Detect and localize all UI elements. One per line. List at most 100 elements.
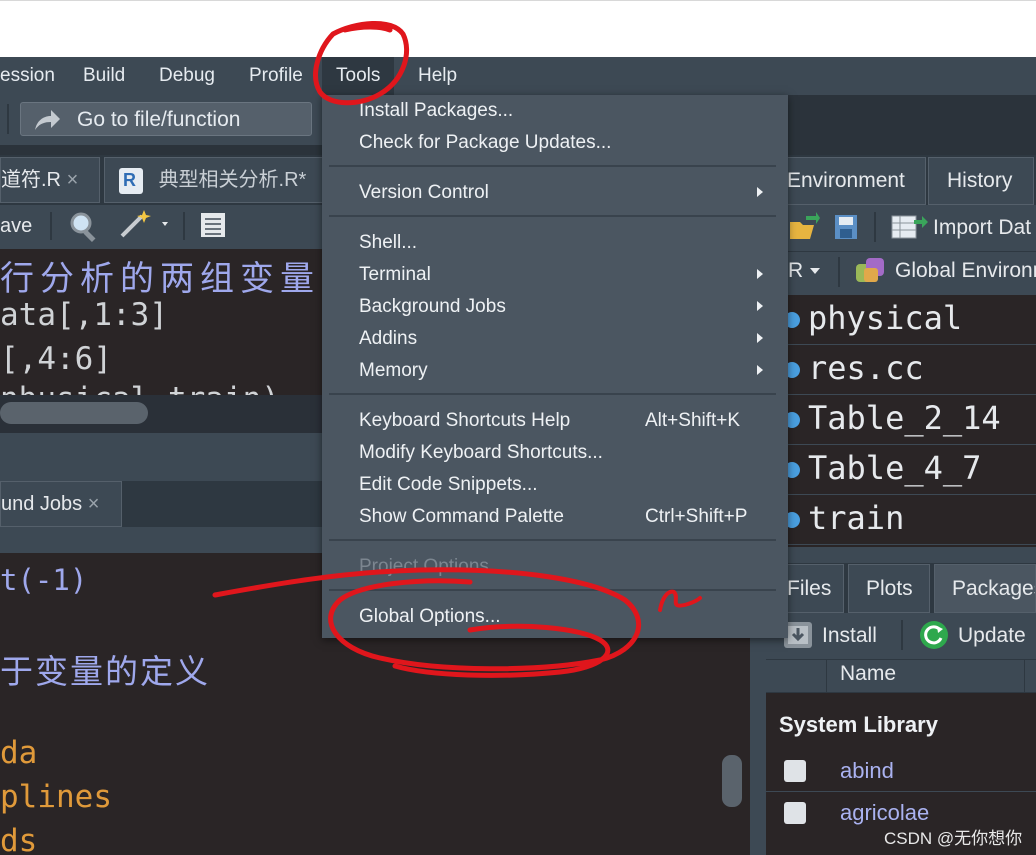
menu-separator bbox=[329, 393, 776, 395]
background-jobs-tab[interactable]: und Jobs × bbox=[0, 481, 122, 527]
menu-tools[interactable]: Tools bbox=[322, 57, 395, 95]
env-item-name: Table_4_7 bbox=[808, 449, 982, 487]
menu-item-memory[interactable]: Memory bbox=[359, 360, 428, 382]
package-checkbox[interactable] bbox=[784, 802, 806, 824]
close-icon[interactable]: × bbox=[88, 493, 100, 515]
env-item-name: physical bbox=[808, 299, 963, 337]
toolbar-divider bbox=[874, 212, 876, 242]
editor-tab-1-label: 道符.R bbox=[1, 169, 61, 191]
console-line-5: da bbox=[0, 735, 38, 771]
submenu-arrow-icon bbox=[757, 269, 763, 279]
env-item-name: train bbox=[808, 499, 905, 537]
menu-bar bbox=[0, 57, 1036, 95]
menu-item-shell[interactable]: Shell... bbox=[359, 232, 417, 254]
packages-table-header bbox=[766, 659, 1036, 693]
env-item-name: res.cc bbox=[808, 349, 924, 387]
code-line-1: 行分析的两组变量 bbox=[0, 259, 320, 299]
menu-profile[interactable]: Profile bbox=[249, 64, 303, 88]
console-scroll-thumb[interactable] bbox=[722, 755, 742, 807]
menu-session[interactable]: ession bbox=[0, 64, 55, 88]
goto-arrow-icon bbox=[35, 110, 60, 130]
menu-item-global-options[interactable]: Global Options... bbox=[359, 606, 501, 628]
menu-item-show-command-palette[interactable]: Show Command Palette bbox=[359, 506, 564, 528]
toolbar-divider bbox=[838, 257, 840, 287]
console-line-6: plines bbox=[0, 779, 112, 815]
system-library-heading: System Library bbox=[779, 712, 938, 737]
menu-item-terminal[interactable]: Terminal bbox=[359, 264, 431, 286]
name-column-header[interactable]: Name bbox=[840, 662, 896, 686]
environment-selector[interactable]: Global Environn bbox=[895, 259, 1036, 283]
menu-item-keyboard-shortcuts-help[interactable]: Keyboard Shortcuts Help bbox=[359, 410, 570, 432]
window-title-area bbox=[0, 0, 1036, 57]
package-name[interactable]: abind bbox=[840, 758, 894, 784]
list-item[interactable]: Table_4_7 bbox=[784, 445, 1036, 495]
menu-item-background-jobs[interactable]: Background Jobs bbox=[359, 296, 506, 318]
list-item[interactable]: physical bbox=[784, 295, 1036, 345]
menu-item-version-control[interactable]: Version Control bbox=[359, 182, 489, 204]
pane-splitter[interactable] bbox=[766, 547, 1036, 563]
editor-tab-2-label: 典型相关分析.R* bbox=[158, 169, 307, 191]
menu-item-addins[interactable]: Addins bbox=[359, 328, 417, 350]
tab-packages[interactable]: Packages bbox=[934, 564, 1036, 613]
code-editor[interactable]: 行分析的两组变量 ata[,1:3] [,4:6] nhusical train… bbox=[0, 249, 330, 395]
update-icon[interactable] bbox=[918, 620, 950, 650]
menu-item-edit-code-snippets[interactable]: Edit Code Snippets... bbox=[359, 474, 538, 496]
install-button[interactable]: Install bbox=[822, 624, 877, 648]
submenu-arrow-icon bbox=[757, 365, 763, 375]
submenu-arrow-icon bbox=[757, 333, 763, 343]
code-line-2: ata[,1:3] bbox=[0, 297, 168, 333]
toolbar-divider bbox=[901, 620, 903, 650]
menu-item-modify-keyboard-shortcuts[interactable]: Modify Keyboard Shortcuts... bbox=[359, 442, 603, 464]
code-line-4: nhusical train) bbox=[0, 381, 280, 395]
toolbar-divider bbox=[183, 212, 185, 240]
package-name[interactable]: agricolae bbox=[840, 800, 929, 826]
update-button[interactable]: Update bbox=[958, 624, 1026, 648]
import-dataset-label[interactable]: Import Dat bbox=[933, 216, 1031, 240]
list-item[interactable]: res.cc bbox=[784, 345, 1036, 395]
tab-plots[interactable]: Plots bbox=[848, 564, 930, 613]
background-jobs-tab-label: und Jobs bbox=[1, 493, 83, 515]
search-icon[interactable] bbox=[68, 210, 102, 242]
shortcut-command-palette: Ctrl+Shift+P bbox=[645, 506, 748, 527]
menu-item-check-package-updates[interactable]: Check for Package Updates... bbox=[359, 132, 611, 154]
menu-separator bbox=[329, 215, 776, 217]
tab-environment[interactable]: Environment bbox=[780, 157, 926, 205]
menu-build[interactable]: Build bbox=[83, 64, 125, 88]
editor-scroll-thumb[interactable] bbox=[0, 402, 148, 424]
console-line-7: ds bbox=[0, 823, 38, 855]
open-folder-icon[interactable] bbox=[788, 212, 820, 242]
console-line-1: t(-1) bbox=[0, 563, 88, 597]
console-toolbar bbox=[0, 527, 330, 553]
console-line-3: 于变量的定义 bbox=[0, 653, 210, 690]
menu-help[interactable]: Help bbox=[418, 64, 457, 88]
submenu-arrow-icon bbox=[757, 301, 763, 311]
close-icon[interactable]: × bbox=[67, 169, 79, 191]
chevron-down-icon bbox=[810, 268, 820, 274]
r-file-icon: R bbox=[119, 167, 143, 194]
watermark: CSDN @无你想你 bbox=[884, 829, 1023, 848]
list-item[interactable]: Table_2_14 bbox=[784, 395, 1036, 445]
r-language-selector[interactable]: R bbox=[788, 259, 803, 283]
toolbar-divider bbox=[50, 212, 52, 240]
menu-debug[interactable]: Debug bbox=[159, 64, 215, 88]
menu-item-install-packages[interactable]: Install Packages... bbox=[359, 100, 513, 122]
package-checkbox[interactable] bbox=[784, 760, 806, 782]
save-label[interactable]: ave bbox=[0, 215, 32, 238]
toolbar-divider bbox=[7, 104, 9, 134]
code-line-3: [,4:6] bbox=[0, 341, 112, 377]
import-dataset-icon[interactable] bbox=[890, 212, 930, 242]
menu-separator bbox=[329, 589, 776, 591]
env-item-name: Table_2_14 bbox=[808, 399, 1001, 437]
menu-separator bbox=[329, 165, 776, 167]
environment-icon bbox=[856, 258, 884, 282]
tab-history[interactable]: History bbox=[928, 157, 1034, 205]
goto-file-label: Go to file/function bbox=[77, 108, 241, 131]
editor-tab-2[interactable]: R 典型相关分析.R* bbox=[104, 157, 330, 203]
list-item[interactable]: train bbox=[784, 495, 1036, 545]
submenu-arrow-icon bbox=[757, 187, 763, 197]
compile-report-icon[interactable] bbox=[198, 210, 228, 240]
editor-tab-1[interactable]: 道符.R × bbox=[0, 157, 100, 203]
save-icon[interactable] bbox=[834, 214, 858, 240]
magic-wand-icon[interactable] bbox=[116, 208, 176, 240]
column-divider bbox=[1024, 659, 1025, 693]
